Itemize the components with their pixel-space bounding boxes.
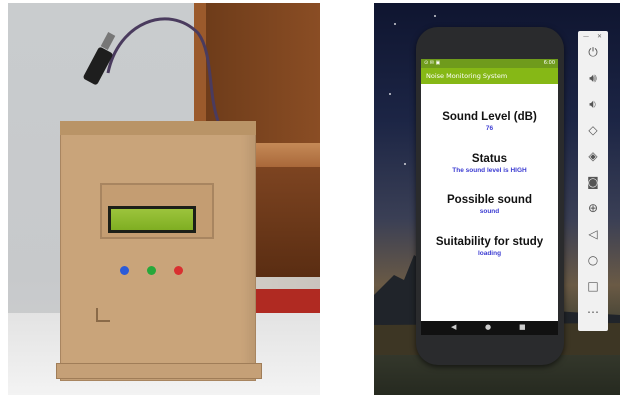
- box-base: [56, 363, 262, 379]
- figure: ⊙ ✉ ▣ 6:00 Noise Monitoring System Sound…: [0, 0, 626, 398]
- suitability-value: loading: [477, 250, 502, 257]
- section-status: Status The sound level is HIGH: [421, 153, 558, 174]
- suitability-label: Suitability for study: [435, 236, 544, 248]
- rotate-right-icon[interactable]: ◈: [578, 149, 608, 163]
- status-time: 6:00: [543, 60, 555, 66]
- section-possible-sound: Possible sound sound: [421, 194, 558, 215]
- sound-level-value: 76: [485, 125, 494, 132]
- emulator-toolbar: — ✕ ⏻ 🔊︎ 🔉︎ ◇ ◈ ◙ ⊕ ◁ ○ □ ⋯: [578, 31, 608, 331]
- zoom-icon[interactable]: ⊕: [578, 201, 608, 215]
- app-title: Noise Monitoring System: [426, 72, 508, 80]
- green-led: [147, 266, 156, 275]
- blue-led: [120, 266, 129, 275]
- phone-ui: ⊙ ✉ ▣ 6:00 Noise Monitoring System Sound…: [374, 3, 620, 395]
- home-icon[interactable]: ○: [578, 253, 608, 267]
- rotate-left-icon[interactable]: ◇: [578, 123, 608, 137]
- lcd-display: [108, 206, 196, 233]
- phone-screen: [421, 59, 558, 321]
- box-top: [60, 121, 256, 135]
- navigation-bar: ◀ ● ■: [421, 321, 558, 335]
- sound-level-label: Sound Level (dB): [442, 111, 537, 123]
- section-suitability: Suitability for study loading: [421, 236, 558, 257]
- recents-icon[interactable]: ■: [519, 323, 526, 331]
- volume-down-icon[interactable]: 🔉︎: [578, 97, 608, 112]
- overview-icon[interactable]: □: [578, 279, 608, 293]
- camera-icon[interactable]: ◙: [578, 175, 608, 189]
- status-value: The sound level is HIGH: [452, 167, 527, 174]
- close-icon[interactable]: ✕: [597, 33, 602, 40]
- status-icons: ⊙ ✉ ▣: [424, 60, 441, 66]
- status-bar: ⊙ ✉ ▣ 6:00: [421, 59, 558, 68]
- possible-sound-label: Possible sound: [447, 194, 532, 206]
- status-label: Status: [471, 153, 508, 165]
- possible-sound-value: sound: [479, 208, 500, 215]
- minimize-icon[interactable]: —: [583, 33, 589, 40]
- volume-up-icon[interactable]: 🔊︎: [578, 71, 608, 86]
- power-icon[interactable]: ⏻: [578, 45, 608, 60]
- app-bar: Noise Monitoring System: [421, 68, 558, 84]
- device-photo: [8, 3, 320, 395]
- back-icon[interactable]: ◀: [451, 323, 456, 331]
- more-icon[interactable]: ⋯: [578, 305, 608, 319]
- back-icon[interactable]: ◁: [578, 227, 608, 241]
- home-icon[interactable]: ●: [485, 323, 491, 331]
- section-sound-level: Sound Level (dB) 76: [421, 111, 558, 132]
- corner-mark: [96, 308, 110, 322]
- red-led: [174, 266, 183, 275]
- cardboard-box: [60, 121, 256, 381]
